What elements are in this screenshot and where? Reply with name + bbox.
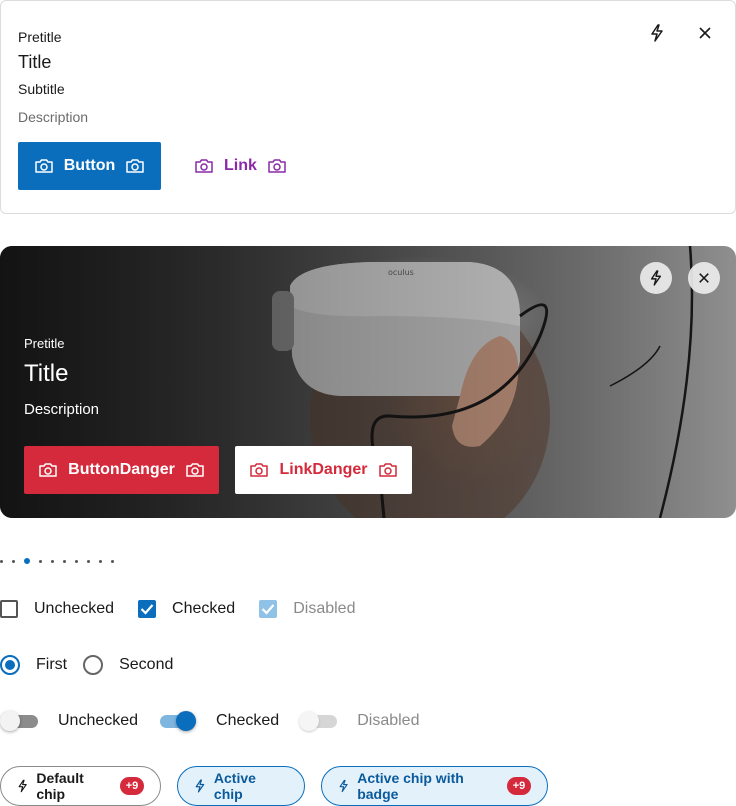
toggle-label: Checked — [216, 712, 280, 729]
danger-link-label: LinkDanger — [279, 461, 368, 478]
pagination-dot[interactable] — [99, 559, 102, 563]
toggle-disabled — [299, 711, 338, 731]
checkbox-disabled — [259, 600, 278, 618]
camera-icon — [195, 159, 213, 173]
radio-label: Second — [119, 656, 174, 673]
toggle-checked[interactable] — [158, 711, 197, 731]
pagination-dot[interactable] — [75, 559, 78, 563]
checkbox-unchecked[interactable] — [0, 600, 18, 618]
camera-icon — [268, 159, 286, 173]
radio-label: First — [36, 656, 68, 673]
danger-link[interactable]: LinkDanger — [235, 446, 412, 494]
hero-pretitle: Pretitle — [24, 336, 65, 351]
chip-label: Active chip — [213, 770, 256, 802]
toggle-row: Unchecked Checked Disabled — [0, 711, 419, 731]
hero-action-button[interactable] — [640, 262, 672, 294]
pagination-dot[interactable] — [39, 559, 42, 563]
check-icon — [261, 604, 275, 615]
card-action-button[interactable] — [645, 21, 669, 45]
lightning-icon — [18, 779, 27, 793]
close-icon — [699, 27, 711, 39]
radio-group: First Second — [0, 655, 173, 675]
radio-first[interactable] — [0, 655, 20, 675]
chip-active-with-badge[interactable]: Active chip with badge +9 — [321, 766, 548, 806]
hero-close-button[interactable] — [688, 262, 720, 294]
close-icon — [699, 273, 709, 283]
radio-second[interactable] — [83, 655, 104, 675]
pagination-dots — [0, 556, 123, 566]
hero-title: Title — [24, 360, 69, 387]
card-subtitle: Subtitle — [18, 81, 65, 97]
toggle-label: Disabled — [357, 712, 420, 729]
toggle-unchecked[interactable] — [0, 711, 38, 731]
checkbox-label: Disabled — [293, 600, 356, 617]
chip-label: Default chip — [36, 770, 84, 802]
hero-card: oculus Pretitle Title Description Button… — [0, 246, 736, 518]
check-icon — [140, 604, 154, 615]
primary-button[interactable]: Button — [18, 142, 161, 190]
card-close-button[interactable] — [693, 21, 717, 45]
danger-button-label: ButtonDanger — [68, 461, 175, 478]
card-description: Description — [18, 109, 89, 125]
toggle-label: Unchecked — [58, 712, 139, 729]
camera-icon — [250, 463, 269, 477]
chip-badge: +9 — [507, 777, 531, 795]
pagination-dot[interactable] — [12, 559, 15, 563]
checkbox-label: Unchecked — [34, 600, 115, 617]
chip-label: Active chip with badge — [357, 770, 464, 802]
info-card: Pretitle Title Subtitle Description Butt… — [0, 0, 736, 214]
hero-description: Description — [24, 401, 100, 418]
camera-icon — [39, 463, 57, 477]
chip-badge: +9 — [120, 777, 144, 795]
card-link[interactable]: Link — [194, 142, 287, 190]
checkbox-label: Checked — [172, 600, 236, 617]
camera-icon — [126, 159, 145, 173]
camera-icon — [378, 463, 397, 477]
primary-button-label: Button — [63, 157, 116, 174]
lightning-icon — [651, 24, 663, 42]
pagination-dot[interactable] — [51, 559, 54, 563]
checkbox-row: Unchecked Checked Disabled — [0, 600, 355, 618]
lightning-icon — [339, 779, 348, 793]
pagination-dot[interactable] — [63, 559, 66, 563]
pagination-dot[interactable] — [87, 559, 90, 563]
card-pretitle: Pretitle — [18, 29, 62, 45]
camera-icon — [34, 159, 53, 173]
camera-icon — [186, 463, 204, 477]
pagination-dot-active[interactable] — [24, 558, 30, 564]
pagination-dot[interactable] — [111, 559, 114, 563]
lightning-icon — [650, 270, 662, 286]
chip-active[interactable]: Active chip — [177, 766, 305, 806]
chip-default[interactable]: Default chip +9 — [0, 766, 161, 806]
pagination-dot[interactable] — [0, 559, 3, 563]
lightning-icon — [195, 779, 205, 793]
checkbox-checked[interactable] — [138, 600, 157, 618]
danger-button[interactable]: ButtonDanger — [24, 446, 219, 494]
card-link-label: Link — [224, 157, 257, 174]
card-title: Title — [18, 52, 52, 72]
